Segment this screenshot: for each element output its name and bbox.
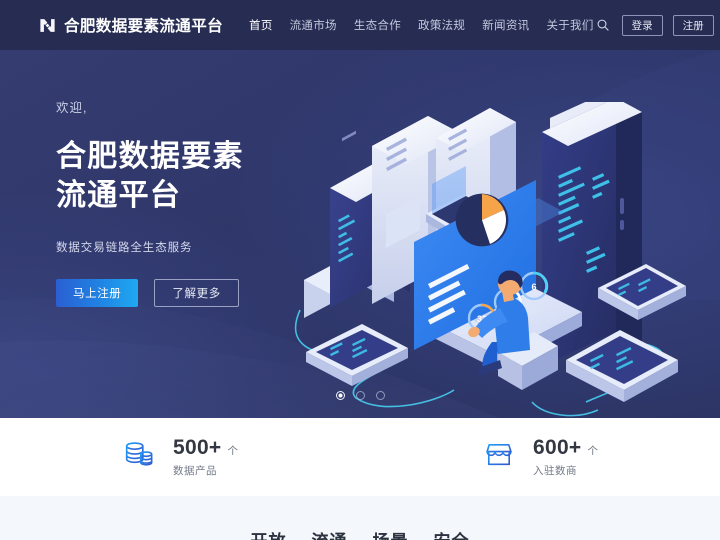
carousel-dot-3[interactable] <box>375 391 385 400</box>
hero-title-line1: 合肥数据要素 <box>56 140 244 173</box>
search-icon[interactable] <box>594 16 612 34</box>
hero-title-line2: 流通平台 <box>56 179 182 213</box>
stat-unit: 个 <box>587 445 599 457</box>
header-actions: 登录 注册 <box>594 14 714 36</box>
main-nav: 首页 流通市场 生态合作 政策法规 新闻资讯 关于我们 <box>249 17 594 33</box>
carousel-dots <box>0 391 720 400</box>
stats-band: 500+ 个 数据产品 600+ 个 入驻数商 <box>0 418 720 496</box>
feature-word-2: 流通 <box>312 527 348 540</box>
register-button[interactable]: 注册 <box>672 14 714 36</box>
stat-value: 500+ <box>172 436 222 459</box>
database-stack-icon <box>122 438 156 477</box>
feature-word-3: 场景 <box>373 527 409 540</box>
stat-data-products: 500+ 个 数据产品 <box>0 436 360 478</box>
login-button[interactable]: 登录 <box>621 14 663 36</box>
hero-cta-row: 马上注册 了解更多 <box>56 278 244 307</box>
brand-title: 合肥数据要素流通平台 <box>64 18 224 35</box>
hero-copy: 欢迎, 合肥数据要素 流通平台 数据交易链路全生态服务 马上注册 了解更多 <box>56 97 244 307</box>
site-header: 合肥数据要素流通平台 首页 流通市场 生态合作 政策法规 新闻资讯 关于我们 登… <box>0 0 720 50</box>
hexagon-n-logo-icon <box>38 16 57 35</box>
brand-logo[interactable]: 合肥数据要素流通平台 <box>38 14 223 36</box>
stat-value: 600+ <box>532 436 582 459</box>
register-now-button[interactable]: 马上注册 <box>56 278 139 307</box>
features-heading: 开放 流通 场景 安全 <box>251 527 470 540</box>
storefront-icon <box>482 438 516 477</box>
nav-item-news[interactable]: 新闻资讯 <box>482 17 529 33</box>
nav-item-home[interactable]: 首页 <box>249 17 273 33</box>
learn-more-button[interactable]: 了解更多 <box>154 278 239 307</box>
stat-merchants: 600+ 个 入驻数商 <box>360 436 720 478</box>
nav-item-ecosystem[interactable]: 生态合作 <box>354 17 401 33</box>
pie-chart <box>455 193 509 247</box>
hero-welcome: 欢迎, <box>56 101 88 115</box>
nav-item-policy[interactable]: 政策法规 <box>418 17 465 33</box>
stat-unit: 个 <box>227 445 239 457</box>
svg-text:6: 6 <box>531 282 536 292</box>
isometric-data-platform-illustration: 32 55 6 <box>294 102 686 417</box>
tablet-left <box>306 324 408 386</box>
carousel-dot-2[interactable] <box>355 391 365 400</box>
hero-banner: 欢迎, 合肥数据要素 流通平台 数据交易链路全生态服务 马上注册 了解更多 32… <box>0 50 720 418</box>
feature-word-4: 安全 <box>434 527 470 540</box>
hero-subtitle: 数据交易链路全生态服务 <box>56 241 193 254</box>
nav-item-market[interactable]: 流通市场 <box>290 17 337 33</box>
features-section: 开放 流通 场景 安全 <box>0 496 720 540</box>
feature-word-1: 开放 <box>251 527 287 540</box>
stat-label: 入驻数商 <box>532 465 577 477</box>
nav-item-about[interactable]: 关于我们 <box>546 17 593 33</box>
carousel-dot-1[interactable] <box>335 391 345 400</box>
stat-label: 数据产品 <box>172 465 217 477</box>
